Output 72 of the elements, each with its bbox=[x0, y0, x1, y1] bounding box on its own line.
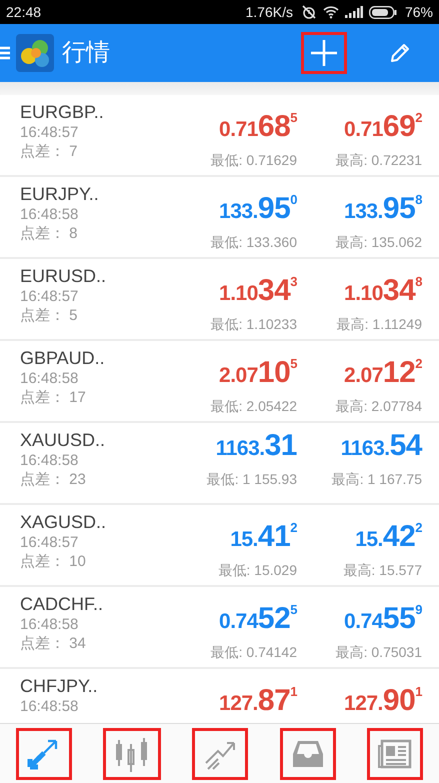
quotes-tab[interactable] bbox=[16, 728, 72, 780]
low-price: 最低: 15.029 bbox=[217, 561, 297, 580]
high-price: 最高: 2.07784 bbox=[334, 397, 422, 416]
bid-price: 133.95$^{0}$ bbox=[218, 191, 297, 227]
ask-price: 127.90$^{1}$ bbox=[343, 683, 422, 719]
ask-price: 133.95$^{8}$ bbox=[343, 191, 422, 227]
high-price: 最高: 135.062 bbox=[334, 233, 422, 252]
ask-price: 0.7169$^{2}$ bbox=[343, 109, 422, 145]
bid-price: 1.1034$^{3}$ bbox=[218, 273, 297, 309]
symbol-name: CHFJPY.. bbox=[20, 675, 99, 697]
ask-price: 0.7455$^{9}$ bbox=[343, 601, 422, 637]
quote-time: 16:48:58 bbox=[20, 369, 80, 388]
quote-time: 16:48:58 bbox=[20, 451, 80, 470]
quote-time: 16:48:58 bbox=[20, 697, 80, 716]
spread-label: 点差： 5 bbox=[20, 306, 79, 325]
news-tab[interactable] bbox=[367, 728, 424, 780]
alarm-off-icon bbox=[300, 4, 317, 20]
symbol-name: EURJPY.. bbox=[20, 183, 100, 205]
spread-label: 点差： 23 bbox=[20, 470, 87, 489]
low-price: 最低: 0.71629 bbox=[210, 151, 297, 170]
high-price: 最高: 1.11249 bbox=[336, 315, 422, 334]
quote-time: 16:48:58 bbox=[20, 205, 80, 224]
clock: 22:48 bbox=[6, 2, 42, 22]
symbol-name: CADCHF.. bbox=[20, 593, 104, 615]
signal-icon bbox=[344, 6, 363, 18]
bid-price: 127.87$^{1}$ bbox=[218, 683, 297, 719]
symbol-name: EURGBP.. bbox=[20, 101, 105, 123]
bid-price: 0.7452$^{5}$ bbox=[218, 601, 297, 637]
ask-price: 15.42$^{2}$ bbox=[354, 519, 422, 555]
add-button[interactable] bbox=[301, 32, 347, 74]
quote-time: 16:48:57 bbox=[20, 287, 80, 306]
menu-icon[interactable] bbox=[0, 46, 10, 60]
pencil-icon bbox=[388, 41, 412, 65]
high-price: 最高: 0.75031 bbox=[334, 643, 422, 662]
low-price: 最低: 0.74142 bbox=[210, 643, 297, 662]
low-price: 最低: 2.05422 bbox=[210, 397, 297, 416]
spread-label: 点差： 10 bbox=[20, 552, 87, 571]
network-speed: 1.76K/s bbox=[245, 2, 293, 22]
low-price: 最低: 133.360 bbox=[210, 233, 297, 252]
quote-time: 16:48:57 bbox=[20, 123, 80, 142]
low-price: 最低: 1 155.93 bbox=[206, 470, 297, 489]
high-price: 最高: 15.577 bbox=[342, 561, 422, 580]
newspaper-icon bbox=[377, 738, 414, 770]
ask-price: 2.0712$^{2}$ bbox=[343, 355, 422, 391]
spread-label: 点差： 8 bbox=[20, 224, 79, 243]
ask-price: 1163.54 bbox=[340, 429, 422, 464]
spread-label: 点差： 34 bbox=[20, 634, 87, 653]
low-price: 最低: 1.10233 bbox=[210, 315, 297, 334]
ask-price: 1.1034$^{8}$ bbox=[343, 273, 422, 309]
bid-price: 1163.31 bbox=[214, 429, 297, 464]
battery-icon bbox=[368, 6, 397, 18]
screen-title: 行情 bbox=[62, 38, 111, 68]
battery-percent: 76% bbox=[404, 2, 433, 22]
app-logo-icon bbox=[16, 34, 54, 72]
symbol-name: EURUSD.. bbox=[20, 265, 108, 287]
quote-time: 16:48:58 bbox=[20, 615, 80, 634]
spread-label: 点差： 7 bbox=[20, 142, 79, 161]
high-price: 最高: 1 167.75 bbox=[330, 470, 422, 489]
chart-tab[interactable] bbox=[103, 728, 162, 780]
high-price: 最高: 0.72231 bbox=[334, 151, 422, 170]
quote-time: 16:48:57 bbox=[20, 533, 80, 552]
inbox-tab[interactable] bbox=[280, 728, 336, 780]
bid-price: 15.41$^{2}$ bbox=[229, 519, 297, 555]
symbol-name: XAUUSD.. bbox=[20, 429, 106, 451]
wifi-icon bbox=[322, 5, 339, 19]
symbol-name: XAGUSD.. bbox=[20, 511, 108, 533]
symbol-name: GBPAUD.. bbox=[20, 347, 106, 369]
bid-price: 0.7168$^{5}$ bbox=[218, 109, 297, 145]
spread-label: 点差： 17 bbox=[20, 388, 87, 407]
trade-tab[interactable] bbox=[192, 728, 248, 780]
bid-price: 2.0710$^{5}$ bbox=[218, 355, 297, 391]
add-icon bbox=[310, 39, 338, 67]
